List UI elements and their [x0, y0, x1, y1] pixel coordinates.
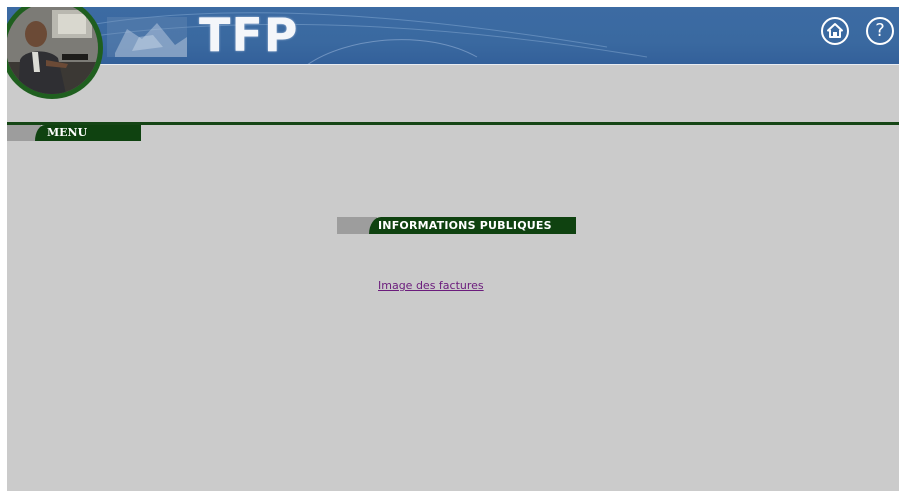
home-icon — [827, 23, 843, 38]
section-heading: INFORMATIONS PUBLIQUES — [337, 217, 576, 234]
page-container: TFP ? MENU INFORMATIONS PUBLIQUES Image … — [7, 7, 899, 491]
header-banner: TFP ? — [7, 7, 899, 65]
menu-tab[interactable]: MENU — [7, 125, 141, 141]
banner-decoration — [66, 12, 648, 65]
section-title: INFORMATIONS PUBLIQUES — [378, 219, 552, 232]
logo-photo — [7, 7, 98, 94]
home-button[interactable] — [821, 17, 849, 45]
help-icon: ? — [875, 20, 885, 41]
menu-label: MENU — [47, 126, 88, 139]
invoice-images-link[interactable]: Image des factures — [378, 279, 484, 292]
logo-medallion — [7, 7, 103, 99]
banner-white-rule — [7, 64, 899, 65]
help-button[interactable]: ? — [866, 17, 894, 45]
brand-title: TFP — [199, 8, 299, 62]
